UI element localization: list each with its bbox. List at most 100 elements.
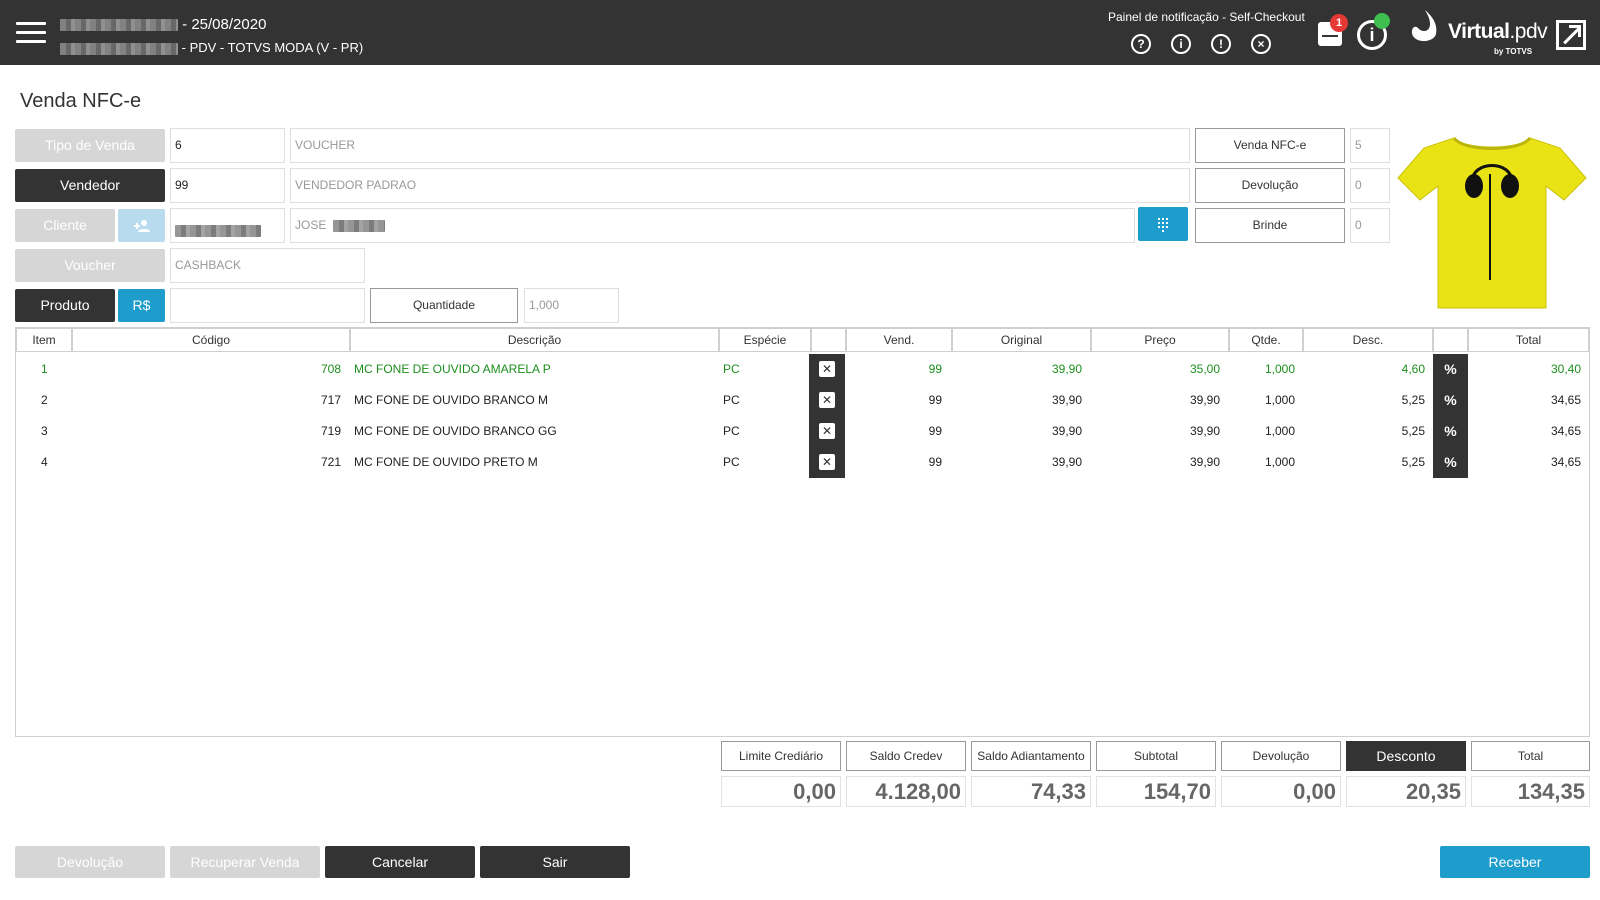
cell-original: 39,90 (1051, 393, 1082, 407)
cell-desc: 5,25 (1401, 424, 1425, 438)
virtual-pdv-logo-icon (1411, 10, 1437, 42)
cell-qtde: 1,000 (1264, 424, 1295, 438)
voucher-label: Voucher (15, 249, 165, 282)
discount-percent-icon[interactable]: % (1433, 354, 1468, 385)
sair-button[interactable]: Sair (480, 846, 630, 878)
keypad-button[interactable] (1138, 207, 1188, 241)
desconto-button[interactable]: Desconto (1346, 741, 1466, 771)
total-label[interactable]: Total (1471, 741, 1590, 771)
currency-button[interactable]: R$ (118, 289, 165, 322)
remove-item-icon[interactable] (809, 447, 845, 478)
store-date-line: - 25/08/2020 (60, 16, 266, 33)
close-circle-icon[interactable]: × (1251, 34, 1271, 54)
redacted-store-code (60, 42, 178, 55)
cancelar-button[interactable]: Cancelar (325, 846, 475, 878)
subtotal-value: 154,70 (1096, 776, 1216, 807)
discount-percent-icon[interactable]: % (1433, 416, 1468, 447)
col-header-original: Original (952, 328, 1091, 352)
saldo-adiantamento-value: 74,33 (971, 776, 1091, 807)
top-bar: - 25/08/2020 - PDV - TOTVS MODA (V - PR)… (0, 0, 1600, 65)
limite-crediario-label[interactable]: Limite Crediário (721, 741, 841, 771)
cell-total: 30,40 (1550, 362, 1581, 376)
cell-descricao: MC FONE DE OUVIDO BRANCO GG (354, 424, 557, 438)
cliente-name: JOSE (290, 208, 1135, 243)
tipo-venda-description: VOUCHER (290, 128, 1190, 163)
quantidade-button[interactable]: Quantidade (370, 288, 518, 323)
brinde-counter-button[interactable]: Brinde (1195, 208, 1345, 243)
items-table: Item Código Descrição Espécie Vend. Orig… (15, 327, 1590, 737)
limite-crediario-value: 0,00 (721, 776, 841, 807)
expand-icon[interactable] (1556, 20, 1586, 50)
cell-qtde: 1,000 (1264, 455, 1295, 469)
subtotal-label[interactable]: Subtotal (1096, 741, 1216, 771)
tipo-venda-code-input[interactable]: 6 (170, 128, 285, 163)
cell-total: 34,65 (1550, 424, 1581, 438)
cell-item: 3 (41, 424, 48, 438)
col-header-especie: Espécie (719, 328, 811, 352)
produto-input[interactable] (170, 288, 365, 323)
cell-especie: PC (723, 362, 740, 376)
venda-nfce-counter-button[interactable]: Venda NFC-e (1195, 128, 1345, 163)
cell-especie: PC (723, 393, 740, 407)
cell-original: 39,90 (1051, 455, 1082, 469)
product-image (1397, 136, 1587, 309)
help-icon[interactable]: ? (1131, 34, 1151, 54)
col-header-descricao: Descrição (350, 328, 719, 352)
alert-icon[interactable]: ! (1211, 34, 1231, 54)
devolucao-total-value: 0,00 (1221, 776, 1341, 807)
devolucao-count: 0 (1350, 168, 1390, 203)
online-status-dot (1374, 13, 1390, 29)
brand-sub: by TOTVS (1494, 47, 1533, 56)
receber-button[interactable]: Receber (1440, 846, 1590, 878)
cell-item: 1 (41, 362, 48, 376)
cell-original: 39,90 (1051, 362, 1082, 376)
remove-item-icon[interactable] (809, 354, 845, 385)
cell-descricao: MC FONE DE OUVIDO PRETO M (354, 455, 538, 469)
discount-percent-icon[interactable]: % (1433, 385, 1468, 416)
redacted-store-name (60, 19, 178, 32)
header-date: - 25/08/2020 (182, 16, 267, 33)
cell-vend: 99 (928, 424, 942, 438)
add-user-icon (133, 220, 150, 232)
devolucao-total-label[interactable]: Devolução (1221, 741, 1341, 771)
header-pdv: - PDV - TOTVS MODA (V - PR) (181, 40, 364, 55)
redacted-client-doc (175, 224, 261, 237)
col-header-item: Item (16, 328, 72, 352)
cliente-code-input[interactable] (170, 208, 285, 243)
vendedor-code-input[interactable]: 99 (170, 168, 285, 203)
produto-button[interactable]: Produto (15, 289, 115, 322)
cell-preco: 39,90 (1189, 424, 1220, 438)
col-header-codigo: Código (72, 328, 350, 352)
cell-desc: 4,60 (1401, 362, 1425, 376)
recuperar-venda-button: Recuperar Venda (170, 846, 320, 878)
cell-codigo: 721 (320, 455, 341, 469)
cell-codigo: 708 (320, 362, 341, 376)
vendedor-button[interactable]: Vendedor (15, 169, 165, 202)
remove-item-icon[interactable] (809, 385, 845, 416)
col-header-qtde: Qtde. (1229, 328, 1303, 352)
cell-descricao: MC FONE DE OUVIDO AMARELA P (354, 362, 551, 376)
saldo-adiantamento-label[interactable]: Saldo Adiantamento (971, 741, 1091, 771)
discount-percent-icon[interactable]: % (1433, 447, 1468, 478)
col-header-desc: Desc. (1303, 328, 1433, 352)
remove-item-icon[interactable] (809, 416, 845, 447)
store-pdv-line: - PDV - TOTVS MODA (V - PR) (60, 40, 363, 55)
cell-preco: 39,90 (1189, 455, 1220, 469)
menu-icon[interactable] (16, 22, 46, 43)
cell-total: 34,65 (1550, 455, 1581, 469)
quantidade-input[interactable]: 1,000 (524, 288, 619, 323)
notification-panel-title: Painel de notificação - Self-Checkout (1108, 10, 1305, 24)
cell-codigo: 719 (320, 424, 341, 438)
cell-qtde: 1,000 (1264, 393, 1295, 407)
redacted-client-surname (332, 219, 385, 232)
devolucao-counter-button[interactable]: Devolução (1195, 168, 1345, 203)
cell-especie: PC (723, 424, 740, 438)
voucher-value: CASHBACK (170, 248, 365, 283)
cliente-label: Cliente (15, 209, 115, 242)
cell-preco: 39,90 (1189, 393, 1220, 407)
saldo-credev-label[interactable]: Saldo Credev (846, 741, 966, 771)
cell-vend: 99 (928, 455, 942, 469)
brinde-count: 0 (1350, 208, 1390, 243)
saldo-credev-value: 4.128,00 (846, 776, 966, 807)
info-icon[interactable]: i (1171, 34, 1191, 54)
